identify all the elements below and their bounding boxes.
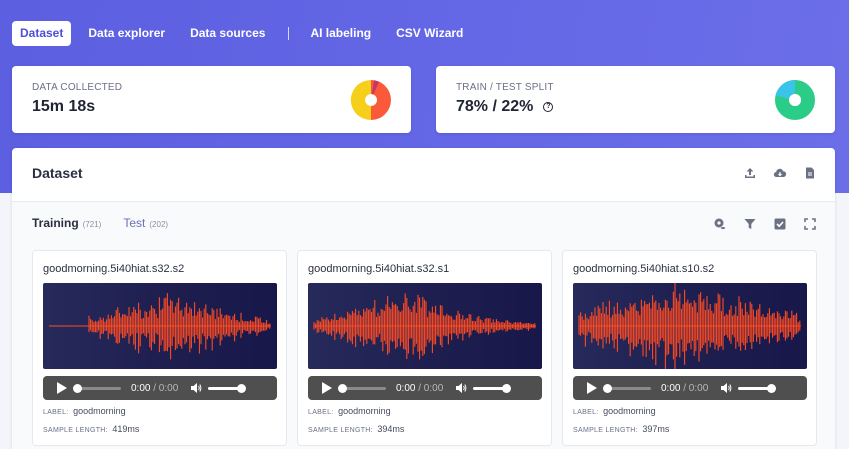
- train-test-value: 78% / 22% ?: [456, 98, 554, 116]
- nav-ai-labeling[interactable]: AI labeling: [302, 21, 379, 46]
- tab-training[interactable]: Training (721): [32, 216, 101, 230]
- help-icon[interactable]: ?: [543, 102, 554, 112]
- length-value: 419ms: [112, 424, 140, 434]
- play-icon[interactable]: [587, 382, 597, 394]
- current-time: 0:00: [396, 382, 416, 394]
- seek-knob[interactable]: [73, 383, 82, 393]
- volume-icon[interactable]: [190, 382, 202, 394]
- audio-player: 0:00 / 0:00: [308, 376, 542, 400]
- seek-knob[interactable]: [338, 383, 347, 393]
- sample-list: goodmorning.5i40hiat.s32.s2 0:00 / 0:00 …: [32, 250, 827, 446]
- playback-time: 0:00 / 0:00: [131, 383, 178, 394]
- waveform-graph: [308, 283, 542, 369]
- volume-icon[interactable]: [455, 382, 467, 394]
- volume-knob[interactable]: [767, 383, 777, 393]
- filter-icon[interactable]: [743, 217, 757, 231]
- data-collected-chart: [350, 79, 391, 121]
- label-value: goodmorning: [338, 406, 391, 416]
- volume-slider[interactable]: [473, 383, 512, 393]
- tab-training-count: (721): [82, 220, 102, 229]
- seek-slider[interactable]: [603, 383, 651, 393]
- tab-test[interactable]: Test (202): [123, 216, 168, 230]
- audio-player: 0:00 / 0:00: [43, 376, 277, 400]
- sample-length: SAMPLE LENGTH: 397ms: [573, 424, 669, 434]
- sample-label: LABEL: goodmorning: [573, 406, 656, 416]
- current-time: 0:00: [131, 382, 151, 394]
- play-icon[interactable]: [322, 382, 332, 394]
- total-time: / 0:00: [153, 382, 179, 394]
- volume-knob[interactable]: [502, 383, 512, 393]
- settings-eye-icon[interactable]: [713, 217, 727, 231]
- sample-card[interactable]: goodmorning.5i40hiat.s32.s1 0:00 / 0:00 …: [297, 250, 552, 446]
- current-time: 0:00: [661, 382, 681, 394]
- seek-slider[interactable]: [338, 383, 386, 393]
- data-collected-card: DATA COLLECTED 15m 18s: [12, 66, 411, 133]
- train-test-chart: [775, 80, 815, 120]
- train-test-card: TRAIN / TEST SPLIT 78% / 22% ?: [436, 66, 835, 133]
- label-key: LABEL:: [573, 409, 599, 416]
- sample-name[interactable]: goodmorning.5i40hiat.s32.s1: [308, 263, 449, 275]
- nav-csv-wizard[interactable]: CSV Wizard: [388, 21, 471, 46]
- volume-icon[interactable]: [720, 382, 732, 394]
- volume-slider[interactable]: [738, 383, 777, 393]
- nav-data-explorer[interactable]: Data explorer: [80, 21, 173, 46]
- top-nav: Dataset Data explorer Data sources AI la…: [12, 21, 480, 46]
- length-key: SAMPLE LENGTH:: [573, 427, 638, 434]
- playback-time: 0:00 / 0:00: [661, 383, 708, 394]
- checkbox-icon[interactable]: [773, 217, 787, 231]
- seek-knob[interactable]: [603, 383, 612, 393]
- samples-area: Training (721) Test (202) goodmorning.5i40…: [12, 202, 835, 449]
- panel-actions: [727, 166, 817, 180]
- nav-dataset[interactable]: Dataset: [12, 21, 72, 46]
- data-collected-amount: 15m 18s: [32, 98, 96, 115]
- sample-tools: [697, 217, 817, 231]
- file-icon[interactable]: [803, 166, 817, 180]
- label-key: LABEL:: [308, 409, 334, 416]
- audio-player: 0:00 / 0:00: [573, 376, 807, 400]
- sample-label: LABEL: goodmorning: [308, 406, 391, 416]
- sample-card[interactable]: goodmorning.5i40hiat.s32.s2 0:00 / 0:00 …: [32, 250, 287, 446]
- tab-test-count: (202): [149, 220, 169, 229]
- label-key: LABEL:: [43, 409, 69, 416]
- sample-label: LABEL: goodmorning: [43, 406, 126, 416]
- dataset-panel: Dataset Training (721) Test (202) goodmorn…: [12, 148, 835, 449]
- nav-data-sources[interactable]: Data sources: [182, 21, 273, 46]
- tab-training-label: Training: [32, 216, 79, 230]
- playback-time: 0:00 / 0:00: [396, 383, 443, 394]
- sample-name[interactable]: goodmorning.5i40hiat.s32.s2: [43, 263, 184, 275]
- play-icon[interactable]: [57, 382, 67, 394]
- donut-hole: [789, 94, 801, 106]
- volume-slider[interactable]: [208, 383, 247, 393]
- panel-title: Dataset: [32, 165, 83, 181]
- length-value: 397ms: [642, 424, 670, 434]
- total-time: / 0:00: [418, 382, 444, 394]
- sample-name[interactable]: goodmorning.5i40hiat.s10.s2: [573, 263, 714, 275]
- label-value: goodmorning: [73, 406, 126, 416]
- length-value: 394ms: [377, 424, 405, 434]
- nav-divider: [288, 27, 290, 40]
- collected-segment-b: [350, 80, 371, 121]
- length-key: SAMPLE LENGTH:: [308, 427, 373, 434]
- train-test-amount: 78% / 22%: [456, 98, 534, 115]
- sample-tabs: Training (721) Test (202): [32, 216, 190, 230]
- seek-slider[interactable]: [73, 383, 121, 393]
- volume-knob[interactable]: [237, 383, 247, 393]
- length-key: SAMPLE LENGTH:: [43, 427, 108, 434]
- sample-length: SAMPLE LENGTH: 394ms: [308, 424, 404, 434]
- waveform-graph: [573, 283, 807, 369]
- tab-test-label: Test: [123, 216, 146, 230]
- sample-length: SAMPLE LENGTH: 419ms: [43, 424, 139, 434]
- data-collected-label: DATA COLLECTED: [32, 82, 123, 93]
- label-value: goodmorning: [603, 406, 656, 416]
- data-collected-value: 15m 18s: [32, 98, 95, 116]
- cloud-icon[interactable]: [773, 166, 787, 180]
- total-time: / 0:00: [683, 382, 709, 394]
- waveform-graph: [43, 283, 277, 369]
- fullscreen-icon[interactable]: [803, 217, 817, 231]
- train-test-label: TRAIN / TEST SPLIT: [456, 82, 554, 93]
- sample-card[interactable]: goodmorning.5i40hiat.s10.s2 0:00 / 0:00 …: [562, 250, 817, 446]
- upload-icon[interactable]: [743, 166, 757, 180]
